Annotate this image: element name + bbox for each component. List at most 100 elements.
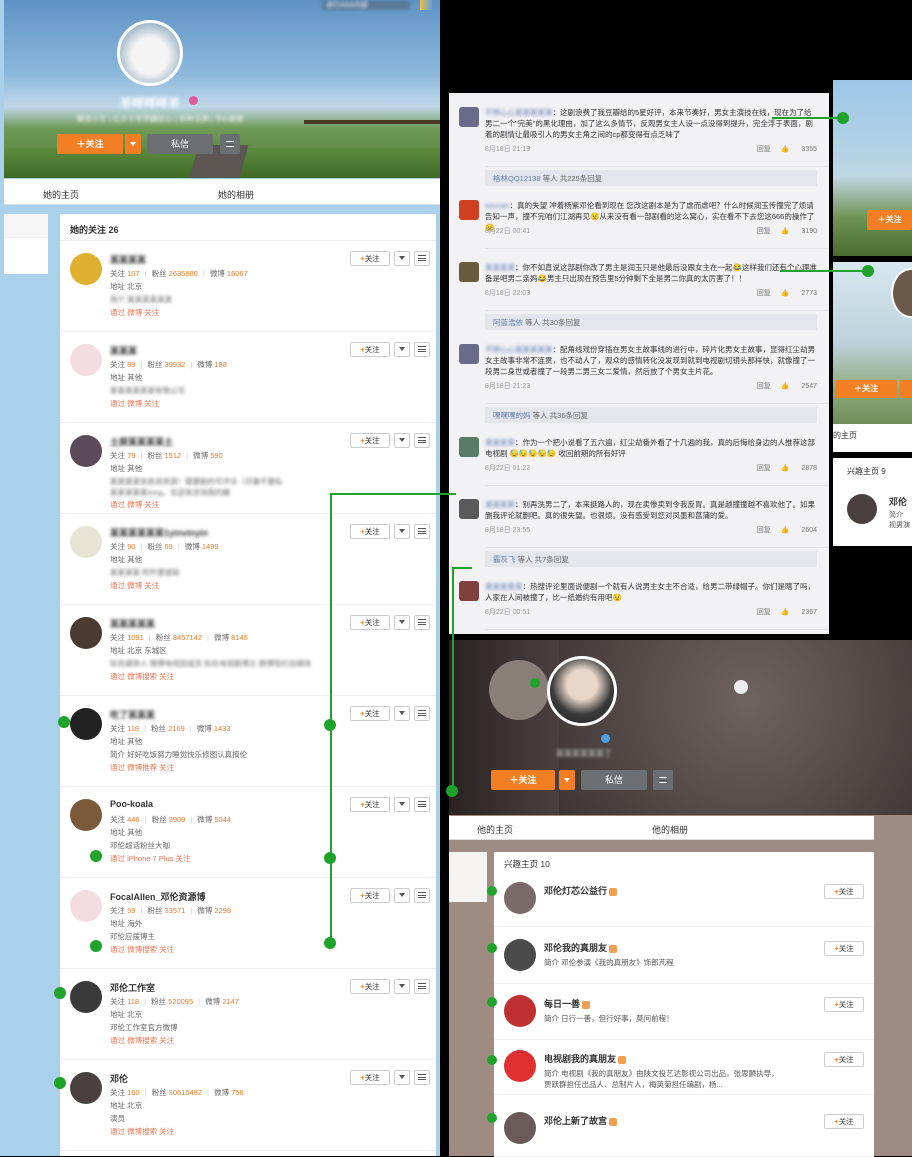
follow-dropdown-bottom[interactable] [559,770,575,790]
more-replies-link[interactable]: 格林QQ12138 等人 共225条回复 [485,170,817,186]
reply-button[interactable]: 回复 [757,609,771,616]
reply-button[interactable]: 回复 [757,383,771,390]
follow-dropdown-small[interactable] [394,251,410,266]
user-name[interactable]: 邓伦工作室 [110,981,155,994]
more-small-button[interactable] [414,979,430,994]
more-small-button[interactable] [414,888,430,903]
follow-small-button[interactable]: +关注 [350,433,390,448]
reply-button[interactable]: 回复 [757,228,771,235]
user-avatar[interactable] [70,435,102,467]
reply-button[interactable]: 回复 [757,290,771,297]
more-menu-button-bottom[interactable] [653,770,673,790]
user-name[interactable]: 吃了某某某 [110,708,155,721]
user-name[interactable]: 某某某某某 [110,617,155,630]
follow-small-button[interactable]: +关注 [350,524,390,539]
commenter-name[interactable]: 某某某某某 [485,582,523,591]
user-name[interactable]: 某某某某某某1yinvinyin [110,526,208,539]
commenter-name[interactable]: 某某某某 [485,438,515,447]
more-menu-button[interactable] [220,134,240,154]
follow-dropdown-small[interactable] [394,1070,410,1085]
more-small-button[interactable] [414,615,430,630]
message-button-bottom[interactable]: 私信 [581,770,647,790]
user-name[interactable]: FocalAllen_邓伦资源博 [110,890,206,903]
more-small-button[interactable] [414,524,430,539]
follow-button-bottom[interactable]: ＋关注 [491,770,555,790]
more-replies-link[interactable]: 嘿嘿嘿的妈 等人 共36条回复 [485,407,817,423]
user-name[interactable]: 土拨某某某某土 [110,435,173,448]
follow-dropdown-small[interactable] [394,433,410,448]
interest-name[interactable]: 邓伦上新了故宫 [544,1114,618,1127]
reply-button[interactable]: 回复 [757,146,771,153]
follow-small-button[interactable]: +关注 [824,941,864,956]
follow-small-button[interactable]: +关注 [350,888,390,903]
commenter-name[interactable]: 某某某某 [485,500,515,509]
commenter-avatar[interactable] [459,581,479,601]
more-replies-link[interactable]: 阿蓝浩依 等人 共30条回复 [485,314,817,330]
tab-his-home[interactable]: 他的主页 [477,823,513,836]
interest-avatar[interactable] [504,939,536,971]
commenter-avatar[interactable] [459,262,479,282]
follow-small-button[interactable]: +关注 [824,1052,864,1067]
tab-album[interactable]: 她的相册 [218,188,254,201]
more-small-button[interactable] [414,251,430,266]
reply-button[interactable]: 回复 [757,465,771,472]
follow-small-button[interactable]: +关注 [824,1114,864,1129]
more-small-button[interactable] [414,706,430,721]
follow-dropdown-small[interactable] [394,615,410,630]
interest-avatar[interactable] [504,1050,536,1082]
more-small-button[interactable] [414,1070,430,1085]
commenter-name[interactable]: 不想心心某某某某某 [485,345,553,354]
follow-button[interactable]: ＋关注 [57,134,123,154]
interest-name[interactable]: 每日一善 [544,997,591,1010]
commenter-avatar[interactable] [459,107,479,127]
like-button[interactable]: 👍 2547 [781,383,817,390]
commenter-name[interactable]: 不想心心某某某某某 [485,108,553,117]
interest-name[interactable]: 邓伦我的真朋友 [544,941,618,954]
follow-small-button[interactable]: +关注 [350,979,390,994]
user-avatar[interactable] [70,890,102,922]
like-button[interactable]: 👍 2604 [781,527,817,534]
user-name[interactable]: 某某某 [110,344,137,357]
follow-small-button[interactable]: +关注 [350,251,390,266]
follow-dropdown-button[interactable] [125,134,141,154]
profile-avatar-bottom[interactable] [547,656,617,726]
user-avatar[interactable] [70,799,102,831]
like-button[interactable]: 👍 3355 [781,146,817,153]
like-button[interactable]: 👍 3190 [781,228,817,235]
interest-avatar[interactable] [504,882,536,914]
interest-name[interactable]: 邓伦灯芯公益行 [544,884,618,897]
commenter-avatar[interactable] [459,499,479,519]
follow-dropdown-small[interactable] [394,524,410,539]
user-avatar[interactable] [70,617,102,649]
follow-dropdown-small[interactable] [394,342,410,357]
user-avatar[interactable] [70,1072,102,1104]
follow-dropdown-small[interactable] [394,888,410,903]
commenter-name[interactable]: 某某某某 [485,263,515,272]
reply-button[interactable]: 回复 [757,527,771,534]
user-avatar[interactable] [70,708,102,740]
follow-dropdown-small[interactable] [394,797,410,812]
more-replies-link[interactable]: 霸灰飞 等人 共7条回复 [485,551,817,567]
user-avatar[interactable] [70,526,102,558]
tab-his-album[interactable]: 他的相册 [652,823,688,836]
commenter-name[interactable]: lutuoan [485,201,510,210]
follow-button-slice2[interactable]: ＋关注 [835,380,897,398]
follow-button-slice[interactable]: ＋关注 [867,210,912,230]
interest-avatar[interactable] [504,995,536,1027]
interest-name[interactable]: 电视剧我的真朋友 [544,1052,627,1065]
user-avatar[interactable] [70,253,102,285]
commenter-avatar[interactable] [459,437,479,457]
like-button[interactable]: 👍 2878 [781,465,817,472]
follow-small-button[interactable]: +关注 [350,706,390,721]
like-button[interactable]: 👍 2367 [781,609,817,616]
user-avatar[interactable] [70,981,102,1013]
follow-small-button[interactable]: +关注 [350,342,390,357]
interest-avatar[interactable] [504,1112,536,1144]
more-small-button[interactable] [414,433,430,448]
user-name[interactable]: 某某某某 [110,253,146,266]
profile-avatar[interactable] [117,20,183,86]
commenter-avatar[interactable] [459,200,479,220]
follow-small-button[interactable]: +关注 [824,884,864,899]
commenter-avatar[interactable] [459,344,479,364]
user-avatar[interactable] [70,344,102,376]
